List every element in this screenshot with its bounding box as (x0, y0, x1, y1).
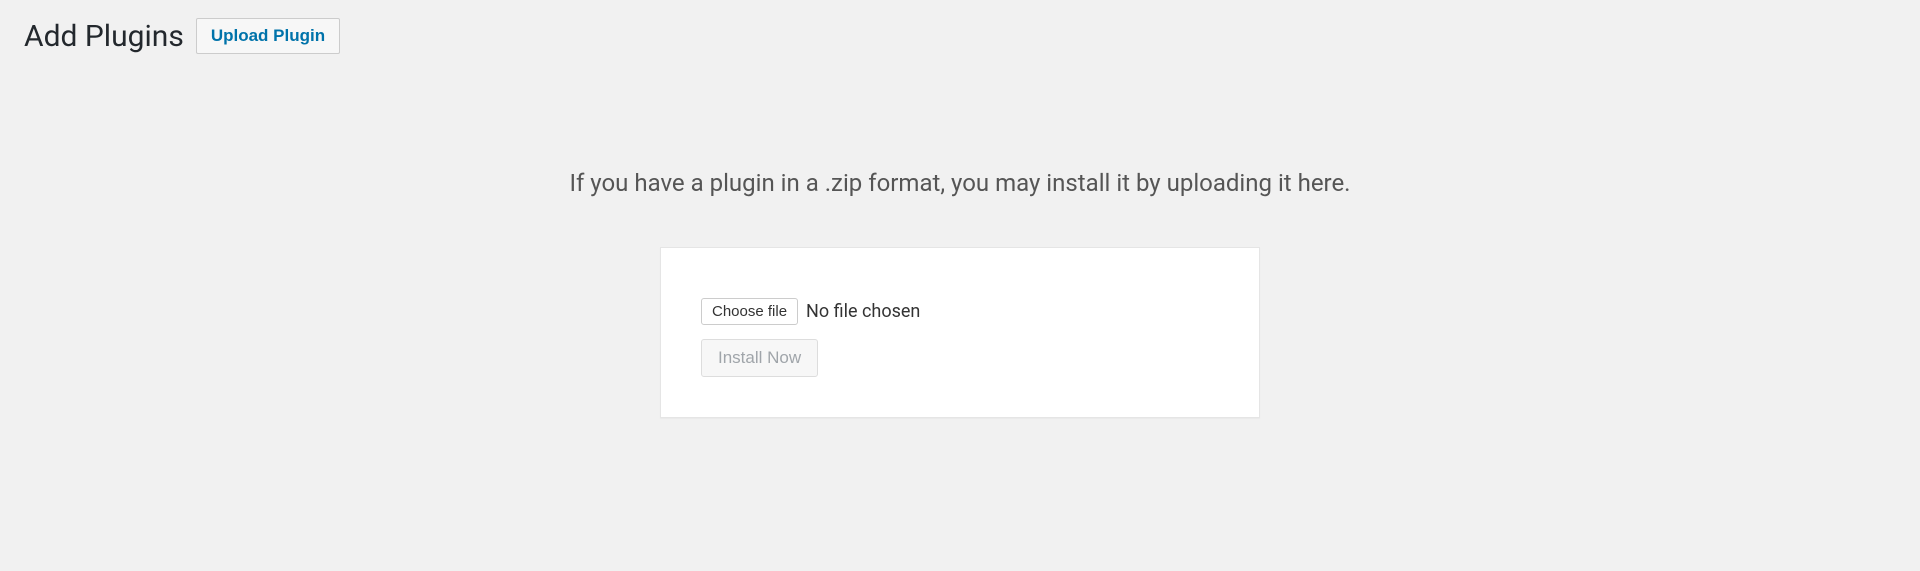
page-header: Add Plugins Upload Plugin (0, 0, 1920, 54)
file-input-row: Choose file No file chosen (701, 298, 1219, 325)
choose-file-button[interactable]: Choose file (701, 298, 798, 325)
upload-plugin-button[interactable]: Upload Plugin (196, 18, 340, 54)
install-now-button[interactable]: Install Now (701, 339, 818, 377)
upload-instruction-text: If you have a plugin in a .zip format, y… (0, 169, 1920, 197)
upload-panel: Choose file No file chosen Install Now (660, 247, 1260, 418)
file-status-text: No file chosen (806, 301, 920, 322)
page-title: Add Plugins (24, 19, 184, 54)
